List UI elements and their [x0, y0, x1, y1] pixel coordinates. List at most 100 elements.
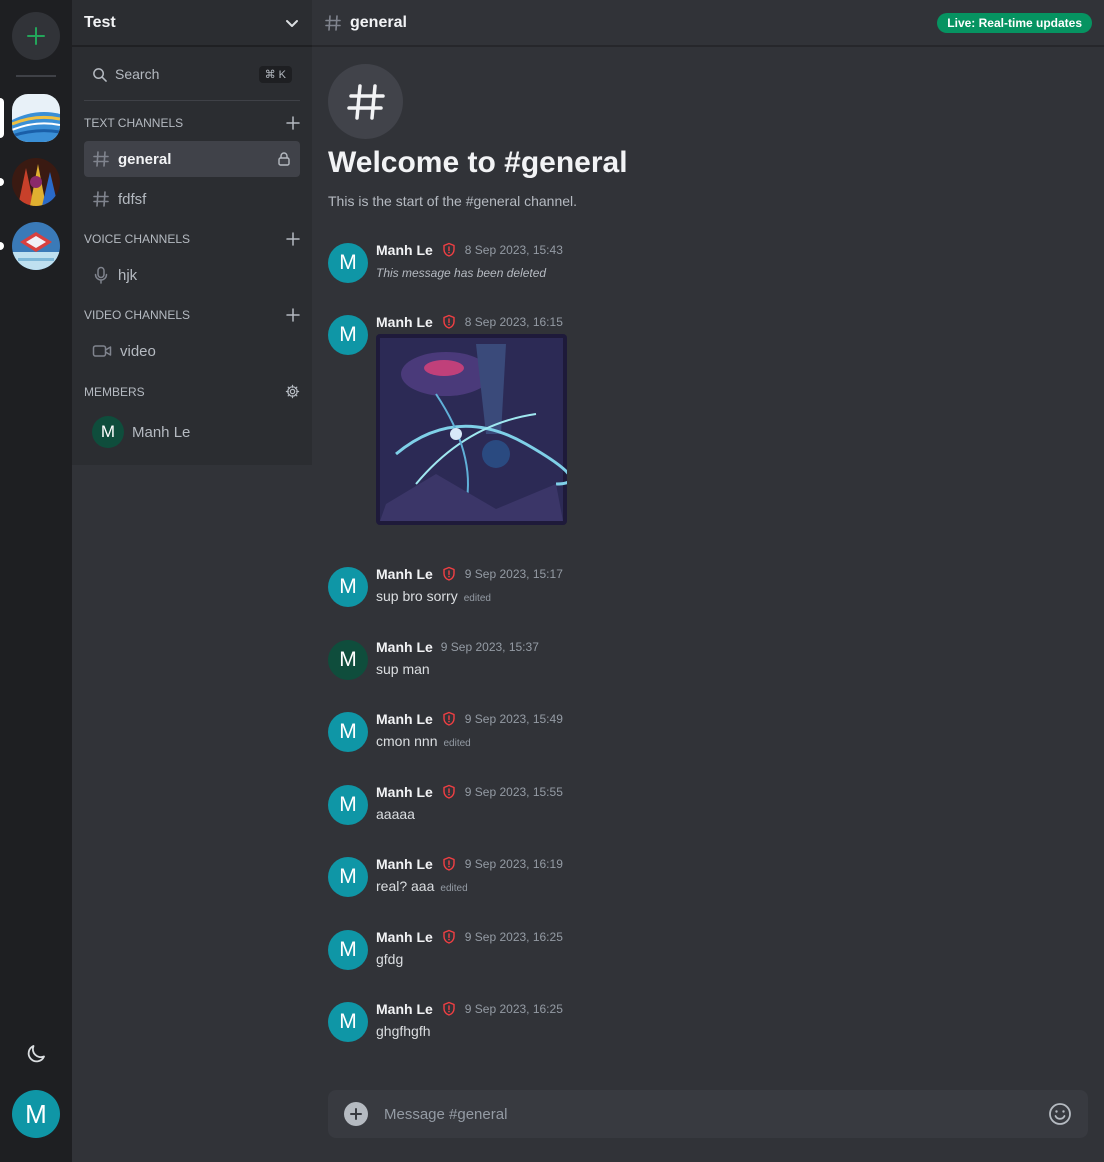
member-name: Manh Le	[132, 423, 191, 441]
message-author[interactable]: Manh Le	[376, 1001, 433, 1017]
channel-name: hjk	[118, 266, 138, 284]
user-avatar-initial: M	[25, 1098, 47, 1129]
add-channel-icon[interactable]	[286, 116, 300, 130]
avatar[interactable]: M	[328, 567, 368, 607]
edited-label: edited	[463, 593, 491, 604]
server-icon-test[interactable]	[12, 94, 60, 142]
avatar-initial: M	[339, 720, 357, 743]
edited-label: edited	[443, 738, 471, 749]
shield-icon	[443, 711, 455, 726]
deleted-message-text: This message has been deleted	[376, 266, 547, 280]
channel-item-hjk[interactable]: hjk	[84, 257, 300, 293]
hash-icon	[325, 14, 341, 31]
message-text: real? aaa	[376, 878, 435, 894]
avatar-initial: M	[339, 575, 357, 598]
message-timestamp: 9 Sep 2023, 16:25	[464, 930, 563, 944]
hash-icon	[93, 191, 109, 207]
message-timestamp: 8 Sep 2023, 16:15	[464, 315, 563, 329]
message-timestamp: 9 Sep 2023, 16:19	[464, 857, 563, 871]
server-icon-2[interactable]	[12, 158, 60, 206]
hash-icon	[93, 151, 109, 167]
message-author[interactable]: Manh Le	[376, 784, 433, 800]
channel-item-fdfsf[interactable]: fdfsf	[84, 181, 300, 217]
avatar[interactable]: M	[328, 1002, 368, 1042]
section-label: VIDEO CHANNELS	[84, 308, 191, 322]
section-label: VOICE CHANNELS	[84, 232, 191, 246]
message-author[interactable]: Manh Le	[376, 856, 433, 872]
add-channel-icon[interactable]	[286, 308, 300, 322]
server-rail: M	[0, 0, 72, 1162]
rail-divider	[16, 75, 56, 77]
avatar-initial: M	[339, 865, 357, 888]
shield-icon	[443, 929, 455, 944]
unread-indicator	[0, 242, 4, 250]
member-item[interactable]: M Manh Le	[92, 416, 190, 448]
add-server-button[interactable]	[12, 12, 60, 60]
server-icon-3[interactable]	[12, 222, 60, 270]
message-author[interactable]: Manh Le	[376, 314, 433, 330]
sidebar-divider	[84, 100, 300, 101]
section-text-channels: TEXT CHANNELS	[84, 116, 300, 130]
attach-plus-icon[interactable]	[344, 1102, 368, 1126]
message-text: sup bro sorry	[376, 588, 458, 604]
message-timestamp: 8 Sep 2023, 15:43	[464, 243, 563, 257]
avatar[interactable]: M	[328, 857, 368, 897]
emoji-icon[interactable]	[1048, 1102, 1072, 1126]
message-image-attachment[interactable]	[376, 334, 567, 525]
search-label: Search	[115, 66, 160, 82]
channel-hash-icon	[328, 64, 403, 139]
shield-icon	[443, 784, 455, 799]
avatar-initial: M	[339, 648, 357, 671]
avatar-initial: M	[339, 251, 357, 274]
channel-name: fdfsf	[118, 190, 147, 208]
video-camera-icon	[92, 345, 112, 357]
channel-header: general Live: Real-time updates	[312, 0, 1104, 47]
avatar-initial: M	[339, 938, 357, 961]
shield-icon	[443, 1001, 455, 1016]
welcome-subtitle: This is the start of the #general channe…	[328, 193, 578, 209]
message-author[interactable]: Manh Le	[376, 929, 433, 945]
message-text: sup man	[376, 661, 430, 677]
shield-icon	[443, 314, 455, 329]
avatar-initial: M	[339, 793, 357, 816]
avatar[interactable]: M	[328, 712, 368, 752]
theme-toggle-moon-icon[interactable]	[24, 1042, 48, 1066]
shield-icon	[443, 566, 455, 581]
search-button[interactable]: Search ⌘ K	[84, 59, 300, 89]
message-timestamp: 9 Sep 2023, 15:49	[464, 712, 563, 726]
section-label: TEXT CHANNELS	[84, 116, 184, 130]
user-avatar[interactable]: M	[12, 1090, 60, 1138]
message-timestamp: 9 Sep 2023, 16:25	[464, 1002, 563, 1016]
avatar[interactable]: M	[328, 640, 368, 680]
message-input[interactable]	[384, 1105, 1048, 1123]
message-author[interactable]: Manh Le	[376, 242, 433, 258]
server-header[interactable]: Test	[72, 0, 312, 47]
lock-icon	[278, 152, 290, 166]
message-timestamp: 9 Sep 2023, 15:55	[464, 785, 563, 799]
message-author[interactable]: Manh Le	[376, 566, 433, 582]
section-members: MEMBERS	[84, 384, 300, 399]
message-author[interactable]: Manh Le	[376, 711, 433, 727]
channel-item-general[interactable]: general	[84, 141, 300, 177]
channel-sidebar: Test Search ⌘ K TEXT CHANNELS general fd…	[72, 0, 312, 465]
shield-icon	[443, 242, 455, 257]
search-shortcut: ⌘ K	[258, 65, 292, 83]
avatar[interactable]: M	[328, 930, 368, 970]
live-status-badge: Live: Real-time updates	[937, 12, 1092, 33]
avatar[interactable]: M	[328, 315, 368, 355]
avatar[interactable]: M	[328, 243, 368, 283]
message-text: aaaaa	[376, 806, 415, 822]
message-text: cmon nnn	[376, 733, 438, 749]
message-text: gfdg	[376, 951, 404, 967]
avatar-initial: M	[339, 1010, 357, 1033]
message-author[interactable]: Manh Le	[376, 639, 433, 655]
avatar[interactable]: M	[328, 785, 368, 825]
add-channel-icon[interactable]	[286, 232, 300, 246]
channel-item-video[interactable]: video	[84, 333, 300, 369]
section-voice-channels: VOICE CHANNELS	[84, 232, 300, 246]
message-text: ghgfhgfh	[376, 1023, 431, 1039]
gear-icon[interactable]	[285, 384, 300, 399]
shield-icon	[443, 856, 455, 871]
plus-icon	[27, 27, 45, 45]
microphone-icon	[94, 266, 108, 284]
